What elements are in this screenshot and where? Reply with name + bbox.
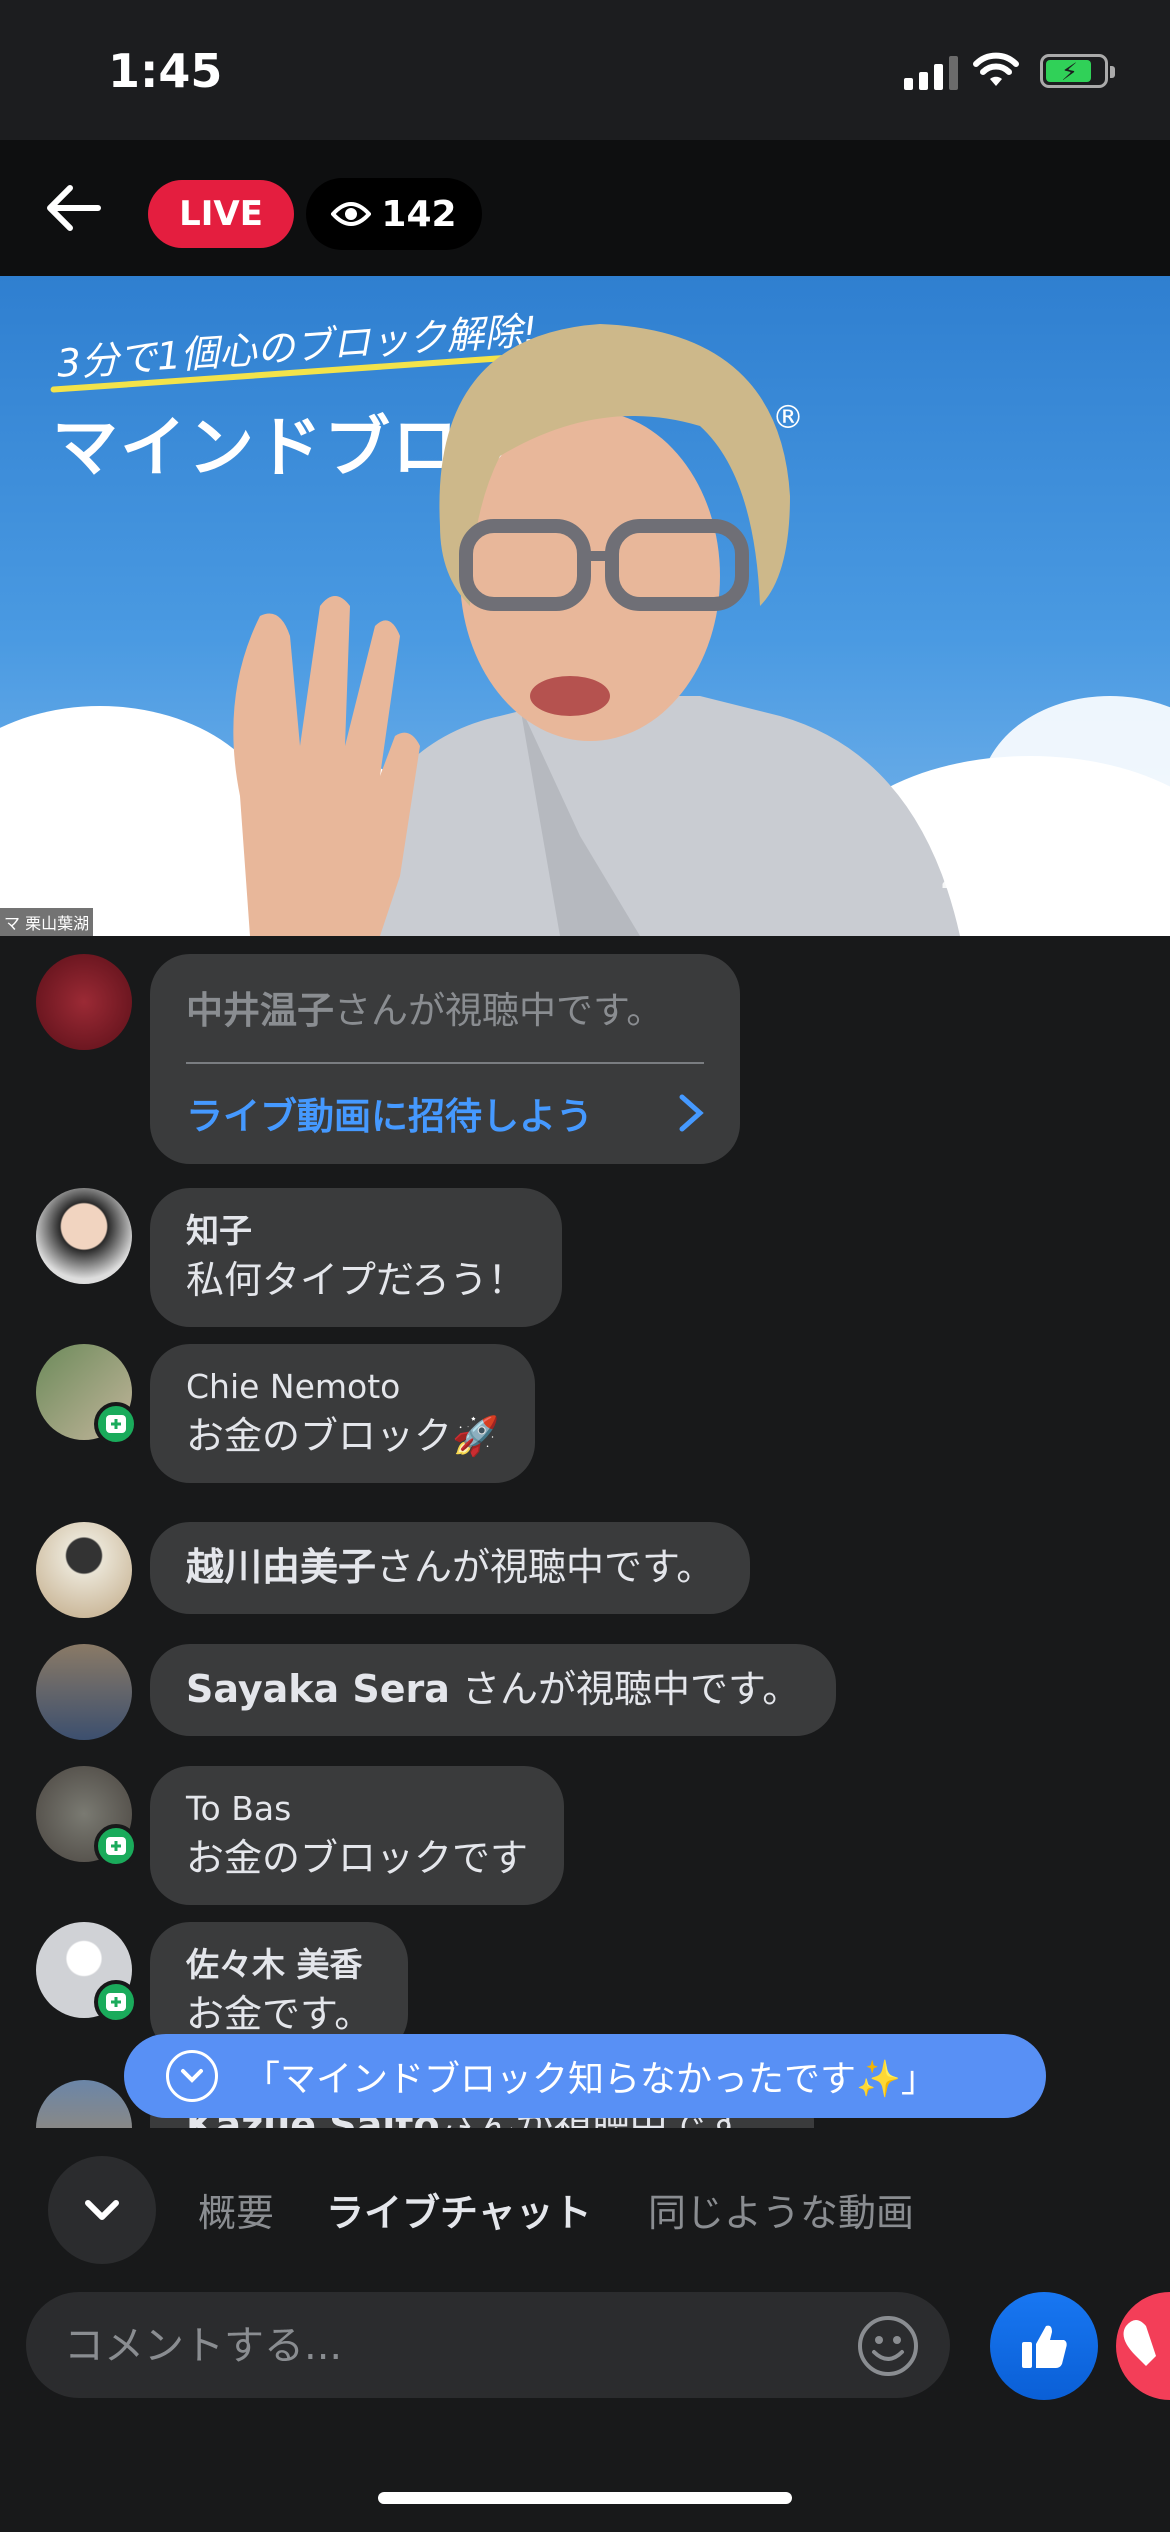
avatar[interactable] (36, 1522, 132, 1618)
pinned-comment-pill[interactable]: 「マインドブロック知らなかったです✨」 (124, 2034, 1046, 2118)
home-indicator (378, 2492, 792, 2504)
video-call-badge-icon (94, 1980, 138, 2024)
thumbs-up-icon (1022, 2325, 1067, 2368)
message-text: 私何タイプだろう！ (186, 1258, 526, 1303)
chat-message: 知子 私何タイプだろう！ (36, 1188, 562, 1327)
invite-to-live-button[interactable]: ライブ動画に招待しよう (186, 1086, 704, 1140)
chat-message: Sayaka Sera さんが視聴中です。 (36, 1644, 837, 1740)
emoji-icon[interactable] (856, 2314, 920, 2378)
list-item: 中井温子さんが視聴中です。 ライブ動画に招待しよう (36, 954, 740, 1164)
divider (186, 1062, 704, 1064)
wifi-icon (973, 52, 1019, 86)
heart-icon (1123, 2320, 1156, 2366)
speaker-name-caption: マ 栗山葉湖 (0, 908, 94, 936)
live-header: LIVE 142 (0, 140, 1170, 276)
message-text: さんが視聴中です。 (462, 1667, 801, 1711)
author-name[interactable]: Sayaka Sera (186, 1667, 450, 1711)
comment-input[interactable] (62, 2292, 846, 2400)
message-bubble[interactable]: Sayaka Sera さんが視聴中です。 (150, 1644, 837, 1736)
cellular-signal-icon (904, 54, 958, 90)
message-text: お金です。 (186, 1992, 373, 2037)
viewer-count: 142 (381, 193, 457, 235)
avatar[interactable] (36, 1344, 138, 1446)
tab-bar: 概要 ライブチャット 同じような動画 (0, 2128, 1170, 2278)
video-call-badge-icon (94, 1402, 138, 1446)
chevron-down-icon (85, 2200, 119, 2220)
invite-label: ライブ動画に招待しよう (186, 1095, 593, 1138)
avatar[interactable] (36, 1644, 132, 1740)
eye-icon (331, 202, 372, 226)
chevron-down-circle-icon (166, 2050, 218, 2102)
avatar[interactable] (36, 954, 132, 1050)
default-avatar[interactable] (36, 1922, 138, 2024)
author-name[interactable]: 知子 (186, 1210, 526, 1251)
author-name[interactable]: Chie Nemoto (186, 1366, 499, 1407)
avatar[interactable] (36, 2080, 132, 2128)
pinned-comment-text: 「マインドブロック知らなかったです✨」 (244, 2059, 937, 2100)
viewer-name[interactable]: 中井温子 (186, 989, 334, 1032)
author-name[interactable]: To Bas (186, 1788, 528, 1829)
chat-message: To Bas お金のブロックです (36, 1766, 565, 1905)
battery-charging-icon: ⚡ (1040, 54, 1115, 88)
message-bubble[interactable]: Chie Nemoto お金のブロック🚀 (150, 1344, 536, 1483)
tab-live-chat[interactable]: ライブチャット (326, 2182, 592, 2237)
message-bubble[interactable]: To Bas お金のブロックです (150, 1766, 565, 1905)
message-bubble[interactable]: 越川由美子さんが視聴中です。 (150, 1522, 751, 1614)
status-time: 1:45 (108, 44, 223, 98)
status-bar: 1:45 ⚡ (0, 0, 1170, 140)
back-arrow-icon[interactable] (42, 180, 106, 236)
invite-card: 中井温子さんが視聴中です。 ライブ動画に招待しよう (150, 954, 740, 1164)
like-reaction-button[interactable] (990, 2292, 1098, 2400)
viewer-status: さんが視聴中です。 (334, 989, 664, 1032)
chat-message: Chie Nemoto お金のブロック🚀 (36, 1344, 536, 1483)
avatar[interactable] (36, 1188, 132, 1284)
video-call-badge-icon (94, 1824, 138, 1868)
live-badge: LIVE (148, 180, 294, 248)
author-name[interactable]: 越川由美子 (186, 1545, 376, 1589)
message-text: さんが視聴中です。 (376, 1545, 715, 1589)
zoom-watermark: zoom (940, 833, 1096, 902)
live-chat-list[interactable]: 中井温子さんが視聴中です。 ライブ動画に招待しよう 知子 私何タイプだろう！ C… (0, 936, 1170, 2128)
tab-similar-videos[interactable]: 同じような動画 (648, 2182, 914, 2237)
comment-composer (26, 2292, 950, 2400)
message-bubble[interactable]: 知子 私何タイプだろう！ (150, 1188, 562, 1327)
message-text: お金のブロック🚀 (186, 1414, 500, 1459)
message-text: お金のブロックです (186, 1836, 529, 1881)
collapse-button[interactable] (48, 2156, 156, 2264)
avatar[interactable] (36, 1766, 138, 1868)
chevron-right-icon (679, 1094, 704, 1132)
love-reaction-button[interactable] (1116, 2292, 1170, 2400)
chat-message: 越川由美子さんが視聴中です。 (36, 1522, 751, 1618)
author-name[interactable]: 佐々木 美香 (186, 1944, 372, 1985)
viewer-count-badge: 142 (306, 178, 482, 250)
tab-overview[interactable]: 概要 (198, 2182, 274, 2237)
live-video-player[interactable]: 3分で1個心のブロック解除! マインドブロック ® zoom マ 栗山葉湖 (0, 276, 1170, 936)
